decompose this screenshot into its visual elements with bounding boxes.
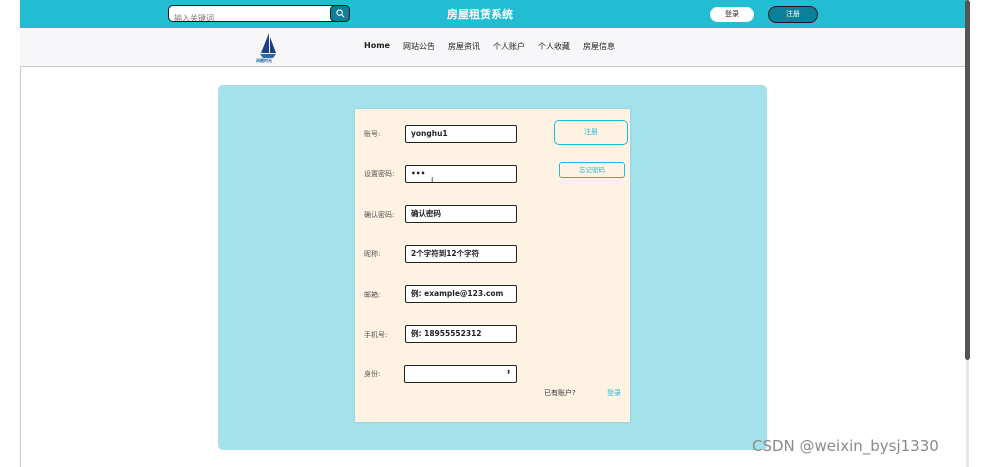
identity-label: 身份: (364, 370, 381, 378)
page-edge-left (20, 67, 21, 467)
sailboat-logo-icon[interactable] (258, 31, 278, 61)
nickname-input[interactable]: 2个字符到12个字符 (405, 245, 517, 263)
password-input[interactable]: ••• (405, 165, 517, 183)
logo-text: 闲暇时光 (256, 58, 272, 63)
email-label: 邮箱: (364, 291, 381, 299)
nav-item-home[interactable]: Home (364, 41, 390, 52)
select-arrows-icon: ⬍ (505, 369, 511, 376)
scrollbar-thumb[interactable] (965, 0, 970, 360)
header-register-button[interactable]: 注册 (768, 6, 818, 23)
nav-bar: 闲暇时光 Home 网站公告 房屋资讯 个人账户 个人收藏 房屋信息 (20, 28, 966, 67)
login-link[interactable]: 登录 (607, 388, 621, 398)
have-account-text: 已有账户? (544, 389, 576, 397)
nav-item-account[interactable]: 个人账户 (493, 41, 525, 52)
nav-menu: Home 网站公告 房屋资讯 个人账户 个人收藏 房屋信息 (364, 41, 615, 52)
nav-item-announcements[interactable]: 网站公告 (403, 41, 435, 52)
register-button[interactable]: 注册 (554, 120, 628, 145)
page: 房屋租赁系统 登录 注册 闲暇时光 Home 网站公告 房屋资讯 个人账户 个人… (0, 0, 984, 467)
phone-label: 手机号: (364, 331, 388, 339)
forgot-password-button[interactable]: 忘记密码 (559, 162, 625, 178)
nav-item-favorites[interactable]: 个人收藏 (538, 41, 570, 52)
search-box (168, 5, 350, 22)
nav-item-house-news[interactable]: 房屋资讯 (448, 41, 480, 52)
account-label: 账号: (364, 130, 381, 138)
register-card: 账号: yonghu1 设置密码: ••• Ⅰ 确认密码: 确认密码 昵称: 2… (355, 109, 630, 422)
email-input[interactable]: 例: example@123.com (405, 285, 517, 303)
search-input[interactable] (169, 11, 329, 21)
search-icon (335, 9, 344, 18)
top-bar: 房屋租赁系统 登录 注册 (20, 0, 966, 28)
identity-select[interactable]: ⬍ (404, 365, 517, 383)
nickname-label: 昵称: (364, 250, 381, 258)
text-cursor-icon: Ⅰ (431, 176, 434, 185)
confirm-password-input[interactable]: 确认密码 (405, 205, 517, 223)
confirm-password-label: 确认密码: (364, 211, 395, 219)
phone-input[interactable]: 例: 18955552312 (405, 325, 517, 343)
account-input[interactable]: yonghu1 (405, 125, 517, 143)
header-login-button[interactable]: 登录 (710, 7, 754, 22)
nav-item-house-info[interactable]: 房屋信息 (583, 41, 615, 52)
password-label: 设置密码: (364, 170, 395, 178)
site-title: 房屋租赁系统 (447, 8, 513, 21)
search-button[interactable] (330, 5, 350, 22)
watermark: CSDN @weixin_bysj1330 (752, 437, 939, 455)
